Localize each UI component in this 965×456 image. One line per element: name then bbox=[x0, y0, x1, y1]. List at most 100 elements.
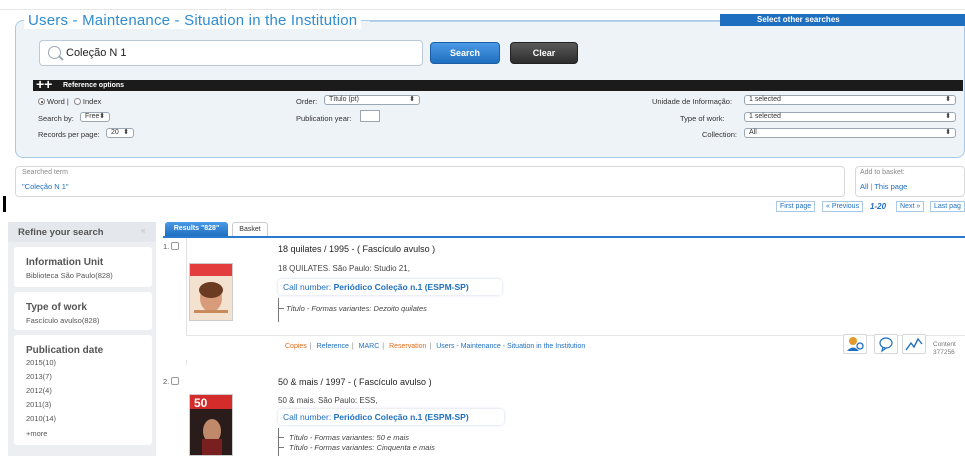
record-variant: Título - Formas variantes: Cinquenta e m… bbox=[289, 443, 435, 452]
cover-illustration: 50 bbox=[190, 395, 232, 455]
index-label: Index bbox=[82, 97, 102, 106]
comment-icon[interactable] bbox=[874, 334, 898, 354]
records-per-page-label: Records per page: bbox=[38, 130, 100, 139]
clear-button[interactable]: Clear bbox=[510, 42, 578, 64]
call-number: Call number: Periódico Coleção n.1 (ESPM… bbox=[278, 409, 504, 425]
first-page-button[interactable]: First page bbox=[776, 201, 816, 212]
statistics-icon[interactable] bbox=[902, 334, 926, 354]
add-all-link[interactable]: All bbox=[860, 182, 868, 191]
record-title[interactable]: 50 & mais / 1997 - ( Fascículo avulso ) bbox=[278, 377, 432, 387]
word-radio[interactable] bbox=[38, 98, 45, 105]
records-per-page-select[interactable]: 20 ⬍ bbox=[106, 128, 134, 138]
collection-select[interactable]: All ⬍ bbox=[744, 128, 956, 138]
facet-more-link[interactable]: +more bbox=[26, 429, 47, 438]
record-variant: Título - Formas variantes: 50 e mais bbox=[289, 433, 410, 442]
publication-year-input[interactable] bbox=[360, 110, 380, 122]
facet-item[interactable]: Biblioteca São Paulo(828) bbox=[26, 271, 113, 280]
select-arrow-icon: ⬍ bbox=[409, 96, 415, 103]
separator: | bbox=[351, 343, 354, 350]
record-checkbox[interactable] bbox=[171, 242, 180, 250]
records-per-page-value: 20 bbox=[111, 129, 119, 136]
reference-options-title: Reference options bbox=[63, 82, 125, 89]
call-number-value[interactable]: Periódico Coleção n.1 (ESPM-SP) bbox=[334, 412, 469, 422]
tab-results[interactable]: Results "828" bbox=[165, 222, 228, 236]
record-cover-image[interactable]: 50 bbox=[189, 394, 233, 456]
facet-item[interactable]: 2015(10) bbox=[26, 358, 56, 367]
add-to-basket-links: All | This page bbox=[860, 182, 907, 191]
record-number-text: 2. bbox=[163, 377, 170, 386]
users-maintenance-link[interactable]: Users - Maintenance - Situation in the I… bbox=[436, 343, 585, 350]
select-other-searches-link[interactable]: Select other searches bbox=[720, 14, 965, 26]
word-radio-group[interactable]: Word | Index bbox=[38, 97, 101, 106]
index-radio[interactable] bbox=[73, 98, 81, 105]
search-button[interactable]: Search bbox=[430, 42, 500, 64]
add-this-page-link[interactable]: This page bbox=[874, 182, 907, 191]
search-by-value: Free bbox=[85, 113, 100, 120]
collapse-sidebar-icon[interactable]: « bbox=[141, 226, 145, 235]
record-actions: Copies | Reference | MARC | Reservation | Us… bbox=[285, 343, 585, 350]
window-edge-marker bbox=[3, 196, 6, 212]
unit-select[interactable]: 1 selected ⬍ bbox=[744, 95, 956, 105]
separator: | bbox=[309, 343, 312, 350]
search-by-select[interactable]: Free ⬍ bbox=[80, 112, 110, 122]
comment-icon-graphic bbox=[879, 337, 893, 353]
facet-item[interactable]: 2011(3) bbox=[26, 400, 51, 409]
copies-link[interactable]: Copies bbox=[285, 343, 307, 350]
order-label: Order: bbox=[296, 97, 318, 106]
unit-label: Unidade de Informação: bbox=[652, 97, 733, 106]
type-of-work-select[interactable]: 1 selected ⬍ bbox=[744, 112, 956, 122]
searched-term-panel bbox=[15, 166, 845, 197]
cover-illustration bbox=[190, 264, 232, 320]
expand-plus-icon[interactable]: ++ bbox=[36, 77, 52, 91]
order-select[interactable]: Título (pt) ⬍ bbox=[324, 95, 420, 105]
reservation-link[interactable]: Reservation bbox=[389, 343, 426, 350]
reference-link[interactable]: Reference bbox=[317, 343, 349, 350]
facet-item[interactable]: 2013(7) bbox=[26, 372, 52, 381]
searched-term-value[interactable]: "Coleção N 1" bbox=[22, 182, 69, 191]
top-strip bbox=[0, 0, 965, 10]
select-arrow-icon: ⬍ bbox=[945, 129, 951, 136]
separator: | bbox=[870, 182, 873, 191]
search-input-value: Coleção N 1 bbox=[66, 47, 127, 59]
tab-basket[interactable]: Basket bbox=[232, 222, 268, 236]
record-imprint: 50 & mais. São Paulo: ESS, bbox=[278, 396, 378, 405]
search-input[interactable]: Coleção N 1 bbox=[39, 40, 423, 66]
facet-item[interactable]: 2012(4) bbox=[26, 386, 52, 395]
reference-options-bar[interactable]: Reference options bbox=[33, 80, 963, 91]
refine-sidebar-title: Refine your search bbox=[18, 227, 104, 238]
select-arrow-icon: ⬍ bbox=[123, 129, 129, 136]
searched-term-label: Searched term bbox=[22, 169, 68, 176]
marc-link[interactable]: MARC bbox=[359, 343, 380, 350]
facet-item[interactable]: Fascículo avulso(828) bbox=[26, 316, 99, 325]
page-title: Users - Maintenance - Situation in the I… bbox=[24, 12, 362, 29]
title-rule bbox=[370, 21, 720, 22]
record-cover-image[interactable] bbox=[189, 263, 233, 321]
order-select-value: Título (pt) bbox=[329, 96, 359, 103]
facet-title: Type of work bbox=[26, 302, 87, 313]
collection-value: All bbox=[749, 129, 757, 136]
type-of-work-label: Type of work: bbox=[680, 114, 725, 123]
next-page-button[interactable]: Next » bbox=[896, 201, 925, 212]
call-number-prefix: Call number: bbox=[283, 282, 334, 292]
variant-tick bbox=[278, 437, 284, 438]
variant-rule bbox=[278, 428, 279, 456]
variant-rule bbox=[278, 298, 279, 322]
call-number-prefix: Call number: bbox=[283, 412, 334, 422]
search-by-label: Search by: bbox=[38, 114, 74, 123]
last-page-button[interactable]: Last pag bbox=[930, 201, 965, 212]
current-page-range: 1-20 bbox=[870, 202, 887, 211]
call-number-value[interactable]: Periódico Coleção n.1 (ESPM-SP) bbox=[334, 282, 469, 292]
previous-page-button[interactable]: « Previous bbox=[822, 201, 864, 212]
variant-tick bbox=[278, 308, 284, 309]
user-search-icon[interactable] bbox=[843, 334, 867, 354]
cover-text: 50 bbox=[194, 396, 208, 410]
record-number-text: 1. bbox=[163, 242, 170, 251]
facet-title: Publication date bbox=[26, 345, 104, 356]
facet-item[interactable]: 2010(14) bbox=[26, 414, 56, 423]
record-checkbox[interactable] bbox=[171, 377, 180, 385]
search-icon bbox=[48, 46, 61, 59]
statistics-icon-graphic bbox=[905, 337, 923, 351]
record-title[interactable]: 18 quilates / 1995 - ( Fascículo avulso … bbox=[278, 244, 435, 254]
content-number: 377256 bbox=[933, 349, 955, 356]
record-imprint: 18 QUILATES. São Paulo: Studio 21, bbox=[278, 264, 410, 273]
